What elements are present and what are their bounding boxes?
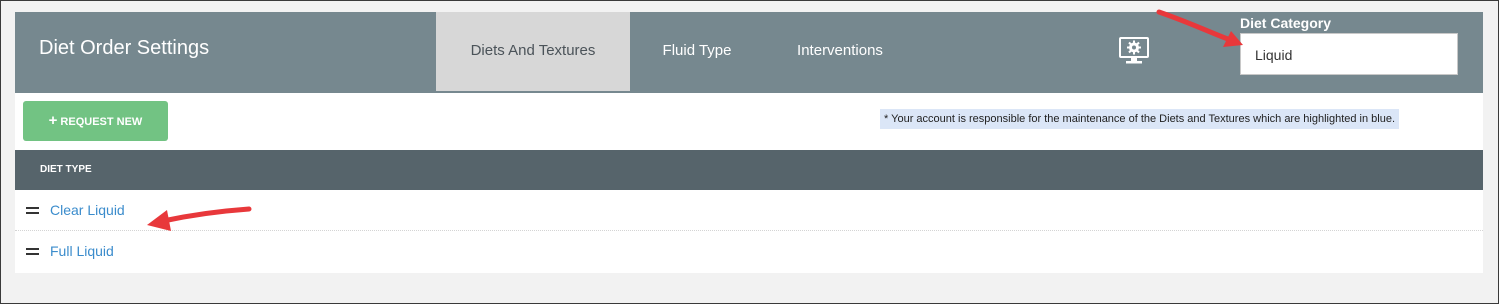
monitor-gear-icon[interactable]	[1119, 37, 1149, 65]
annotation-arrow-icon	[1156, 9, 1243, 47]
table-header-diet-type: DIET TYPE	[15, 150, 1483, 190]
diet-link-clear-liquid[interactable]: Clear Liquid	[50, 190, 125, 231]
main-content: + REQUEST NEW * Your account is responsib…	[15, 93, 1483, 273]
request-new-label: REQUEST NEW	[60, 116, 143, 128]
tab-diets-and-textures[interactable]: Diets And Textures	[436, 12, 630, 91]
drag-handle-icon[interactable]	[26, 207, 39, 214]
diet-category-label: Diet Category	[1240, 15, 1332, 31]
annotation-arrow-icon	[147, 206, 252, 231]
tab-fluid-type[interactable]: Fluid Type	[643, 12, 751, 91]
diet-category-input[interactable]: Liquid	[1240, 33, 1458, 75]
header-bar: Diet Order Settings Diets And Textures F…	[15, 12, 1483, 93]
request-new-button[interactable]: + REQUEST NEW	[23, 101, 168, 141]
app-frame: Diet Order Settings Diets And Textures F…	[0, 0, 1499, 304]
tab-interventions[interactable]: Interventions	[779, 12, 901, 91]
diet-link-full-liquid[interactable]: Full Liquid	[50, 231, 114, 272]
drag-handle-icon[interactable]	[26, 248, 39, 255]
page-title: Diet Order Settings	[39, 37, 210, 59]
plus-icon: +	[48, 112, 58, 129]
maintenance-note: * Your account is responsible for the ma…	[880, 109, 1400, 129]
